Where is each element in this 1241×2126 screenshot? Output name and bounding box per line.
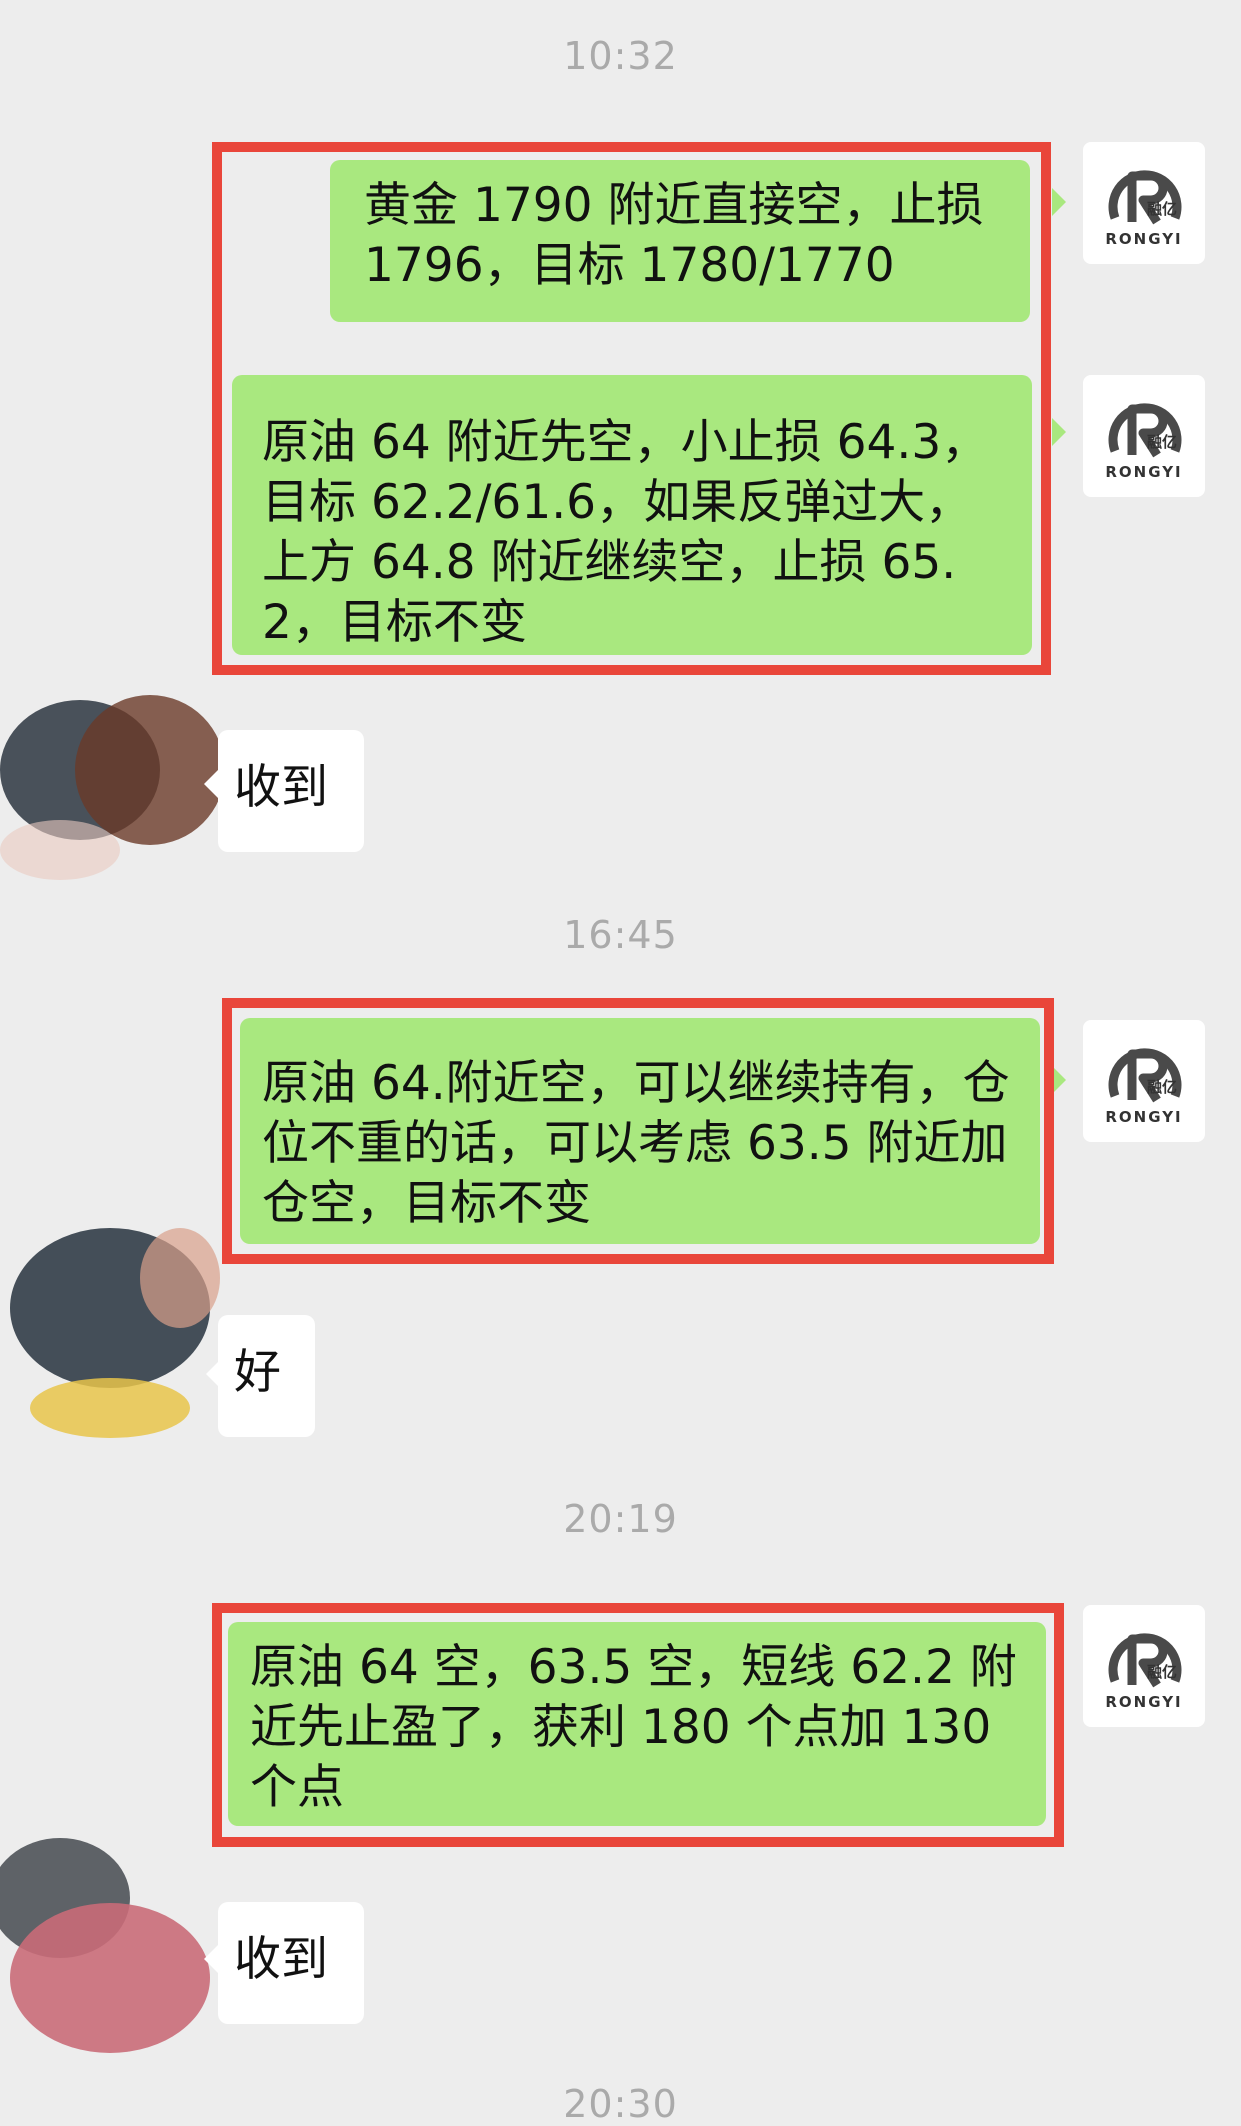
message-bubble-received[interactable]: 收到 — [218, 1902, 364, 2024]
timestamp: 20:19 — [563, 1497, 678, 1541]
bubble-tail — [1052, 188, 1066, 216]
message-text: 原油 64 空，63.5 空，短线 62.2 附近先止盈了，获利 180 个点加… — [250, 1640, 1017, 1815]
brand-label: RONGYI — [1105, 230, 1183, 248]
rongyi-logo-icon — [1108, 170, 1182, 225]
timestamp: 16:45 — [563, 913, 678, 957]
blurred-avatar-icon — [0, 1828, 230, 2058]
brand-cn: 融亿 — [1147, 433, 1178, 451]
message-text: 原油 64 附近先空，小止损 64.3，目标 62.2/61.6，如果反弹过大，… — [262, 415, 989, 650]
brand-label: RONGYI — [1105, 1693, 1183, 1711]
timestamp: 10:32 — [563, 34, 678, 78]
message-text: 好 — [234, 1345, 281, 1400]
avatar-rongyi[interactable]: 融亿 RONGYI — [1083, 1605, 1205, 1727]
brand-cn: 融亿 — [1147, 200, 1178, 218]
brand-label: RONGYI — [1105, 1108, 1183, 1126]
message-text: 黄金 1790 附近直接空，止损 1796，目标 1780/1770 — [364, 178, 984, 293]
avatar-rongyi[interactable]: 融亿 RONGYI — [1083, 1020, 1205, 1142]
blurred-avatar-icon — [0, 660, 230, 890]
bubble-tail — [204, 770, 218, 798]
avatar-rongyi[interactable]: 融亿 RONGYI — [1083, 142, 1205, 264]
rongyi-logo-icon — [1108, 1048, 1182, 1103]
message-text: 收到 — [234, 1932, 328, 1987]
bubble-tail — [204, 1945, 218, 1973]
bubble-tail — [1052, 1066, 1066, 1094]
message-bubble-sent[interactable]: 原油 64.附近空，可以继续持有，仓位不重的话，可以考虑 63.5 附近加仓空，… — [240, 1018, 1040, 1244]
message-bubble-sent[interactable]: 黄金 1790 附近直接空，止损 1796，目标 1780/1770 — [330, 160, 1030, 322]
avatar-rongyi[interactable]: 融亿 RONGYI — [1083, 375, 1205, 497]
message-bubble-received[interactable]: 好 — [218, 1315, 315, 1437]
timestamp: 20:30 — [563, 2082, 678, 2126]
brand-cn: 融亿 — [1147, 1078, 1178, 1096]
blurred-avatar-icon — [0, 1218, 230, 1448]
brand-label: RONGYI — [1105, 463, 1183, 481]
rongyi-logo-icon — [1108, 1633, 1182, 1688]
brand-cn: 融亿 — [1147, 1663, 1178, 1681]
message-text: 原油 64.附近空，可以继续持有，仓位不重的话，可以考虑 63.5 附近加仓空，… — [262, 1056, 1010, 1231]
rongyi-logo-icon — [1108, 403, 1182, 458]
message-bubble-sent[interactable]: 原油 64 空，63.5 空，短线 62.2 附近先止盈了，获利 180 个点加… — [228, 1622, 1046, 1826]
message-text: 收到 — [234, 760, 328, 815]
message-bubble-received[interactable]: 收到 — [218, 730, 364, 852]
bubble-tail — [1052, 418, 1066, 446]
message-bubble-sent[interactable]: 原油 64 附近先空，小止损 64.3，目标 62.2/61.6，如果反弹过大，… — [232, 375, 1032, 655]
